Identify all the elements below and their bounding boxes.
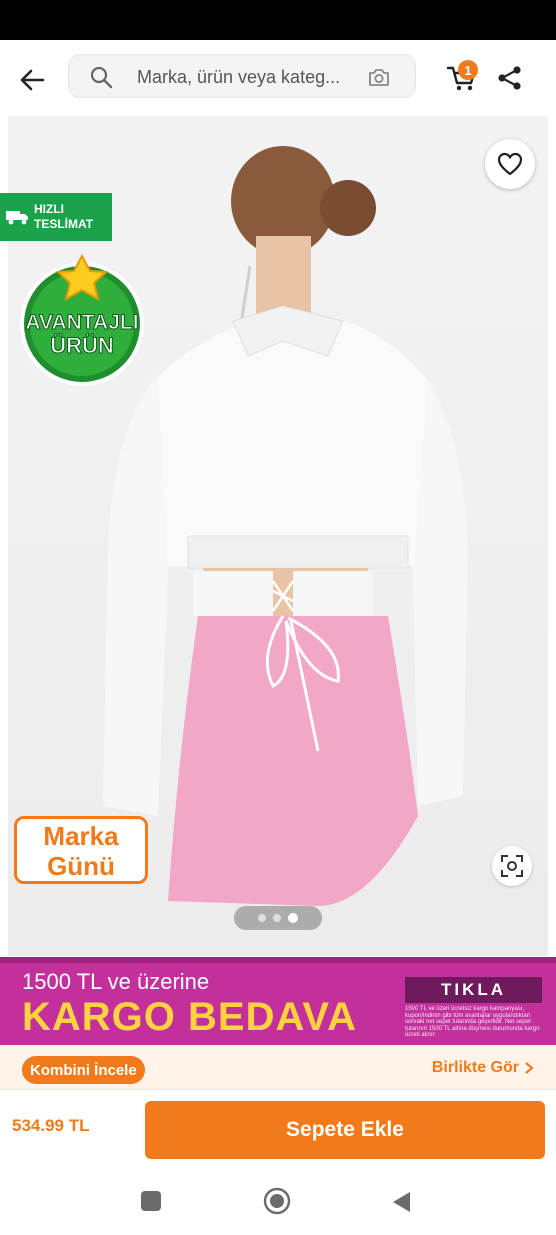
search-input[interactable]: Marka, ürün veya kateg... bbox=[68, 54, 416, 98]
search-placeholder: Marka, ürün veya kateg... bbox=[137, 67, 341, 87]
share-icon[interactable] bbox=[496, 64, 524, 92]
advantage-line1: AVANTAJLI bbox=[25, 311, 138, 334]
camera-search-icon[interactable] bbox=[367, 65, 391, 89]
promo-fine-print: 1500 TL ve üzeri ücretsiz kargo kampanya… bbox=[405, 1006, 540, 1038]
truck-icon bbox=[6, 211, 28, 225]
system-nav-bar bbox=[0, 1168, 556, 1235]
home-icon[interactable] bbox=[263, 1187, 291, 1215]
combine-button[interactable]: Kombini İncele bbox=[22, 1056, 145, 1084]
recent-apps-icon[interactable] bbox=[141, 1191, 161, 1211]
divider bbox=[0, 1089, 556, 1090]
banner-stripe bbox=[0, 957, 556, 963]
pager-dot bbox=[258, 914, 266, 922]
arrow-left-icon bbox=[20, 69, 45, 91]
brand-day-line2: Günü bbox=[47, 851, 115, 881]
promo-line2: KARGO BEDAVA bbox=[22, 995, 357, 1039]
cart-count-badge: 1 bbox=[458, 60, 478, 80]
pager-dot-active bbox=[288, 913, 298, 923]
product-price: 534.99 TL bbox=[12, 1116, 90, 1135]
status-bar bbox=[0, 0, 556, 40]
pager-dot bbox=[273, 914, 281, 922]
fast-delivery-line2: TESLİMAT bbox=[34, 217, 94, 231]
promo-line1: 1500 TL ve üzerine bbox=[22, 969, 210, 994]
see-together-label: Birlikte Gör bbox=[431, 1059, 519, 1076]
fast-delivery-badge: HIZLI TESLİMAT bbox=[0, 193, 112, 241]
search-icon bbox=[90, 66, 113, 89]
advantage-product-badge: AVANTAJLI ÜRÜN bbox=[14, 253, 150, 390]
back-button[interactable] bbox=[14, 62, 50, 98]
favorite-button[interactable] bbox=[485, 139, 535, 189]
add-to-cart-button[interactable]: Sepete Ekle bbox=[145, 1101, 545, 1159]
fast-delivery-line1: HIZLI bbox=[34, 202, 64, 216]
scan-icon bbox=[501, 855, 523, 877]
see-together-link[interactable]: Birlikte Gör bbox=[432, 1059, 534, 1077]
brand-day-line1: Marka bbox=[43, 821, 119, 851]
brand-day-badge: Marka Günü bbox=[14, 816, 148, 884]
image-pager bbox=[234, 906, 322, 930]
advantage-line2: ÜRÜN bbox=[50, 333, 114, 358]
visual-search-button[interactable] bbox=[492, 846, 532, 886]
top-app-bar: Marka, ürün veya kateg... 1 bbox=[0, 40, 556, 116]
chevron-right-icon bbox=[525, 1062, 534, 1074]
heart-icon bbox=[497, 152, 523, 176]
free-shipping-banner[interactable]: 1500 TL ve üzerine KARGO BEDAVA TIKLA 15… bbox=[0, 957, 556, 1045]
combine-strip: Kombini İncele Birlikte Gör bbox=[0, 1045, 556, 1089]
back-triangle-icon[interactable] bbox=[390, 1190, 414, 1214]
promo-cta-button[interactable]: TIKLA bbox=[405, 977, 542, 1003]
